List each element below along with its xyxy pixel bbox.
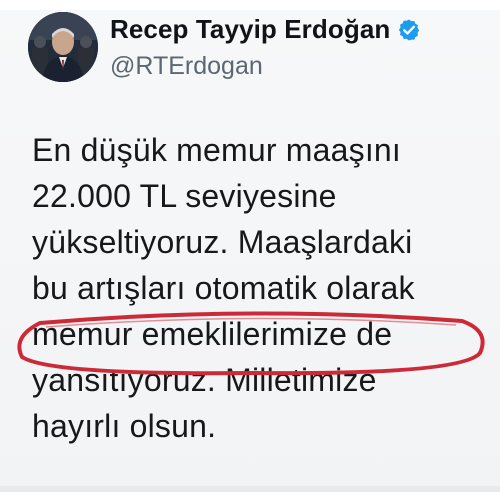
user-handle[interactable]: @RTErdogan: [110, 52, 263, 81]
tweet-line-highlighted: memur emeklilerimize de: [32, 316, 393, 352]
tweet-text: En düşük memur maaşını 22.000 TL seviyes…: [32, 127, 492, 449]
tweet-card: Recep Tayyip Erdoğan @RTErdogan En düşük…: [0, 0, 500, 492]
tweet-line: En düşük memur maaşını: [32, 132, 401, 168]
tweet-line: yansıtıyoruz. Milletimize: [32, 362, 377, 398]
top-strip: [0, 0, 500, 10]
tweet-line: 22.000 TL seviyesine: [32, 178, 337, 214]
tweet-line: yükseltiyoruz. Maaşlardaki: [32, 224, 413, 260]
bottom-strip: [0, 486, 500, 492]
author-name-row: Recep Tayyip Erdoğan: [110, 14, 421, 45]
profile-avatar[interactable]: [28, 12, 98, 82]
avatar-image: [28, 12, 98, 82]
verified-badge-icon: [397, 18, 421, 42]
tweet-line: hayırlı olsun.: [32, 408, 217, 444]
tweet-line: bu artışları otomatik olarak: [32, 270, 415, 306]
display-name[interactable]: Recep Tayyip Erdoğan: [110, 14, 390, 45]
